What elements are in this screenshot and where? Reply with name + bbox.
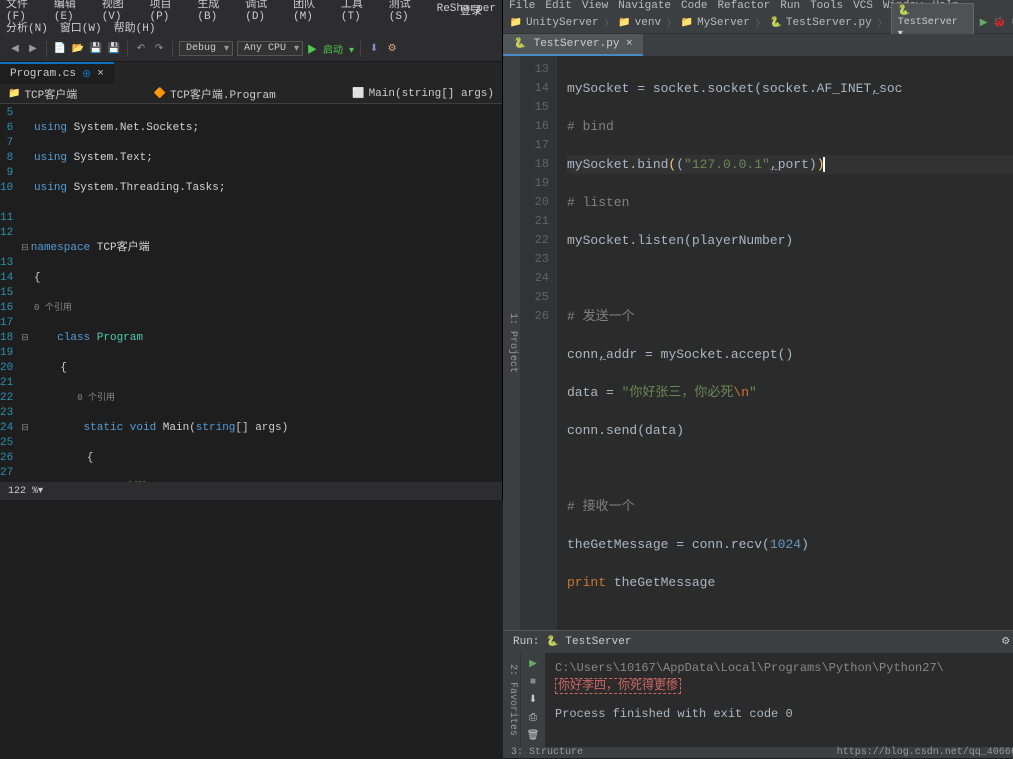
vs-status-bar: 122 % ▾ xyxy=(0,482,502,500)
undo-icon[interactable]: ↶ xyxy=(134,42,148,56)
run-label: Run: xyxy=(513,636,539,648)
pycharm-ide: File Edit View Navigate Code Refactor Ru… xyxy=(503,0,1013,500)
vs-breadcrumb: 📁TCP客户端 🔶TCP客户端.Program ⬜Main(string[] a… xyxy=(0,84,502,104)
menu-tools[interactable]: Tools xyxy=(810,0,843,12)
menu-tools[interactable]: 工具(T) xyxy=(341,0,377,23)
python-icon: 🐍 xyxy=(769,16,783,30)
menu-project[interactable]: 项目(P) xyxy=(150,0,186,23)
python-icon: 🐍 xyxy=(545,635,559,649)
bc-project[interactable]: 📁UnityServer xyxy=(509,16,614,30)
menu-view[interactable]: View xyxy=(582,0,608,12)
exit-message: Process finished with exit code 0 xyxy=(555,705,1013,723)
class-icon: 🔶 xyxy=(154,88,166,100)
save-icon[interactable]: 💾 xyxy=(89,42,103,56)
zoom-level[interactable]: 122 % xyxy=(8,486,38,497)
menu-vcs[interactable]: VCS xyxy=(853,0,873,12)
run-config-name: TestServer xyxy=(565,636,631,648)
bc-file[interactable]: 🐍TestServer.py xyxy=(769,16,887,30)
menu-edit[interactable]: 编辑(E) xyxy=(54,0,90,23)
back-icon[interactable]: ◀ xyxy=(8,42,22,56)
print-icon[interactable]: ⎙ xyxy=(526,711,540,725)
save-all-icon[interactable]: 💾 xyxy=(107,42,121,56)
debug-icon[interactable]: 🐞 xyxy=(993,16,1005,30)
trash-icon[interactable]: 🗑 xyxy=(526,729,540,743)
breadcrumb-project[interactable]: 📁TCP客户端 xyxy=(8,86,77,102)
platform-dropdown[interactable]: Any CPU xyxy=(237,41,303,56)
run-icon[interactable]: ▶ xyxy=(978,16,989,30)
bc-venv[interactable]: 📁venv xyxy=(618,16,676,30)
ij-gutter: 13141516 17181920 21222324 2526 xyxy=(521,56,557,630)
down-icon[interactable]: ⬇ xyxy=(526,693,540,707)
redo-icon[interactable]: ↷ xyxy=(152,42,166,56)
project-tool[interactable]: 1: Project xyxy=(503,56,521,630)
breadcrumb-class[interactable]: 🔶TCP客户端.Program xyxy=(154,86,276,102)
menu-run[interactable]: Run xyxy=(780,0,800,12)
folder-icon: 📁 xyxy=(509,16,523,30)
menu-team[interactable]: 团队(M) xyxy=(293,0,329,23)
vs-toolbar: ◀ ▶ 📄 📂 💾 💾 ↶ ↷ Debug Any CPU ▶ 启动 ▾ ⬇ ⚙ xyxy=(0,36,502,62)
menu-navigate[interactable]: Navigate xyxy=(618,0,671,12)
menu-view[interactable]: 视图(V) xyxy=(102,0,138,23)
ij-breadcrumb: 📁UnityServer 📁venv 📁MyServer 🐍TestServer… xyxy=(503,12,1013,34)
config-dropdown[interactable]: Debug xyxy=(179,41,233,56)
menu-code[interactable]: Code xyxy=(681,0,707,12)
output-message: 你好李四，你死得更惨 xyxy=(555,678,681,694)
bc-myserver[interactable]: 📁MyServer xyxy=(680,16,765,30)
login-link[interactable]: 登录 xyxy=(460,2,482,18)
folder-icon: 📁 xyxy=(680,16,694,30)
stop-icon[interactable]: ■ xyxy=(1009,16,1013,30)
output-path: C:\Users\10167\AppData\Local\Programs\Py… xyxy=(555,659,1013,677)
tab-pin-icon[interactable]: ⊕ xyxy=(82,67,91,81)
toolbar-icon-1[interactable]: ⬇ xyxy=(367,42,381,56)
ij-status-bar: 3: Structure https://blog.csdn.net/qq_40… xyxy=(503,747,1013,758)
menu-test[interactable]: 测试(S) xyxy=(389,0,425,23)
method-icon: ⬜ xyxy=(352,88,364,100)
rerun-icon[interactable]: ▶ xyxy=(526,657,540,671)
menu-refactor[interactable]: Refactor xyxy=(717,0,770,12)
run-output[interactable]: C:\Users\10167\AppData\Local\Programs\Py… xyxy=(545,653,1013,747)
vs-editor[interactable]: 5678 91011 121314 15161718 19202122 2324… xyxy=(0,104,502,482)
structure-tool[interactable]: 3: Structure xyxy=(511,747,583,758)
line-gutter: 5678 91011 121314 15161718 19202122 2324… xyxy=(0,104,21,482)
tab-testserver[interactable]: 🐍 TestServer.py × xyxy=(503,34,643,56)
run-panel: Run: 🐍 TestServer ⚙ — 2: Favorites ▶ ■ ⬇… xyxy=(503,630,1013,747)
settings-icon[interactable]: ⚙ xyxy=(999,635,1013,649)
run-header: Run: 🐍 TestServer ⚙ — xyxy=(503,631,1013,653)
menu-file[interactable]: 文件(F) xyxy=(6,0,42,23)
footer-url: https://blog.csdn.net/qq_40666620 xyxy=(837,747,1013,758)
folder-icon: 📁 xyxy=(618,16,632,30)
menu-file[interactable]: File xyxy=(509,0,535,12)
open-icon[interactable]: 📂 xyxy=(71,42,85,56)
menu-debug[interactable]: 调试(D) xyxy=(245,0,281,23)
breadcrumb-method[interactable]: ⬜Main(string[] args) xyxy=(352,88,494,100)
code-area[interactable]: using System.Net.Sockets; using System.T… xyxy=(21,104,502,482)
toolbar-icon-2[interactable]: ⚙ xyxy=(385,42,399,56)
ij-editor: 1: Project 13141516 17181920 21222324 25… xyxy=(503,56,1013,630)
ij-code-area[interactable]: mySocket = socket.socket(socket.AF_INET,… xyxy=(557,56,1013,630)
run-toolbar: ▶ ■ ⬇ ⎙ 🗑 xyxy=(521,653,545,747)
start-button[interactable]: ▶ 启动 ▾ xyxy=(307,41,354,57)
folder-icon: 📁 xyxy=(8,88,20,100)
visual-studio-ide: 文件(F) 编辑(E) 视图(V) 项目(P) 生成(B) 调试(D) 团队(M… xyxy=(0,0,503,500)
tab-program-cs[interactable]: Program.cs ⊕ × xyxy=(0,62,114,84)
tab-close-icon[interactable]: × xyxy=(97,68,104,80)
vs-tab-bar: Program.cs ⊕ × xyxy=(0,62,502,84)
new-file-icon[interactable]: 📄 xyxy=(53,42,67,56)
python-icon: 🐍 xyxy=(513,37,527,51)
menu-edit[interactable]: Edit xyxy=(545,0,571,12)
stop-icon[interactable]: ■ xyxy=(526,675,540,689)
ij-tab-bar: 🐍 TestServer.py × xyxy=(503,34,1013,56)
favorites-tool[interactable]: 2: Favorites xyxy=(503,653,521,747)
forward-icon[interactable]: ▶ xyxy=(26,42,40,56)
menu-build[interactable]: 生成(B) xyxy=(197,0,233,23)
vs-main-menu: 文件(F) 编辑(E) 视图(V) 项目(P) 生成(B) 调试(D) 团队(M… xyxy=(0,0,502,18)
